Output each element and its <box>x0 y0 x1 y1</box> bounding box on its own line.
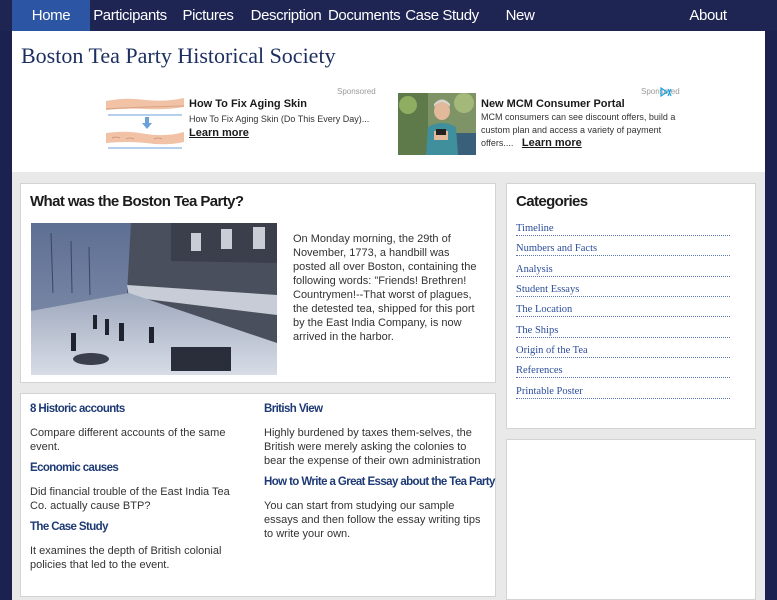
ad-person-image <box>398 93 476 155</box>
category-location[interactable]: The Location <box>516 304 730 317</box>
sponsored-label: Sponsored <box>337 87 376 96</box>
category-references[interactable]: References <box>516 365 730 378</box>
ad-aging-skin[interactable]: How To Fix Aging Skin How To Fix Aging S… <box>106 87 386 155</box>
masthead: Boston Tea Party Historical Society How … <box>12 31 765 172</box>
british-view-link[interactable]: British View <box>264 403 323 415</box>
nav-pictures[interactable]: Pictures <box>176 0 240 31</box>
category-analysis[interactable]: Analysis <box>516 264 730 277</box>
nav-new[interactable]: New <box>500 0 540 31</box>
categories-panel: Categories Timeline Numbers and Facts An… <box>506 183 756 429</box>
page-content: Boston Tea Party Historical Society How … <box>12 31 765 600</box>
top-nav: Home Participants Pictures Description D… <box>0 0 777 31</box>
ad-title[interactable]: New MCM Consumer Portal <box>481 98 625 110</box>
economic-causes-text: Did financial trouble of the East India … <box>30 486 230 512</box>
ad-description: MCM consumers can see discount offers, b… <box>481 111 677 150</box>
category-student-essays[interactable]: Student Essays <box>516 284 730 297</box>
nav-description[interactable]: Description <box>250 0 322 31</box>
case-study-text: It examines the depth of British colonia… <box>30 545 222 571</box>
boston-street-image <box>31 223 277 375</box>
nav-home[interactable]: Home <box>12 0 90 31</box>
category-timeline[interactable]: Timeline <box>516 223 730 236</box>
categories-heading: Categories <box>516 193 588 210</box>
category-origin-tea[interactable]: Origin of the Tea <box>516 345 730 358</box>
intro-heading: What was the Boston Tea Party? <box>30 193 244 210</box>
intro-panel: What was the Boston Tea Party? On Monday… <box>20 183 496 383</box>
ad-learn-more-link[interactable]: Learn more <box>189 127 249 139</box>
category-printable-poster[interactable]: Printable Poster <box>516 386 730 399</box>
ad-mcm-portal[interactable]: New MCM Consumer Portal MCM consumers ca… <box>398 87 680 155</box>
case-study-link[interactable]: The Case Study <box>30 521 108 533</box>
economic-causes-link[interactable]: Economic causes <box>30 462 119 474</box>
scrollbar[interactable] <box>765 31 777 600</box>
nav-documents[interactable]: Documents <box>328 0 401 31</box>
ad-title[interactable]: How To Fix Aging Skin <box>189 98 307 110</box>
nav-participants[interactable]: Participants <box>90 0 170 31</box>
british-view-text: Highly burdened by taxes them-selves, th… <box>264 427 481 467</box>
adchoices-icon[interactable] <box>660 87 672 98</box>
sidebar-empty-panel <box>506 439 756 600</box>
articles-panel: 8 Historic accounts Compare different ac… <box>20 393 496 597</box>
nav-about[interactable]: About <box>684 0 732 31</box>
category-ships[interactable]: The Ships <box>516 325 730 338</box>
historic-accounts-link[interactable]: 8 Historic accounts <box>30 403 125 415</box>
ad-learn-more-link[interactable]: Learn more <box>522 137 582 149</box>
ad-arm-image <box>106 93 184 155</box>
essay-guide-link[interactable]: How to Write a Great Essay about the Tea… <box>264 476 495 488</box>
nav-case-study[interactable]: Case Study <box>404 0 480 31</box>
category-numbers-facts[interactable]: Numbers and Facts <box>516 243 730 256</box>
ad-description: How To Fix Aging Skin (Do This Every Day… <box>189 114 370 124</box>
site-title[interactable]: Boston Tea Party Historical Society <box>21 43 336 69</box>
intro-text: On Monday morning, the 29th of November,… <box>293 233 477 343</box>
essay-guide-text: You can start from studying our sample e… <box>264 500 481 540</box>
historic-accounts-text: Compare different accounts of the same e… <box>30 427 226 453</box>
